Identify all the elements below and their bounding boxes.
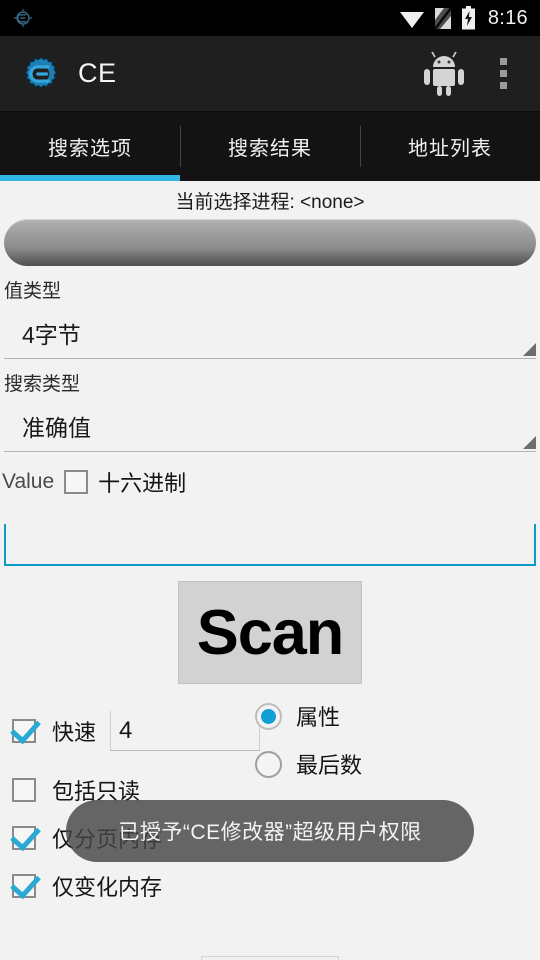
radio-last-value-indicator[interactable] xyxy=(255,750,282,778)
wifi-icon xyxy=(399,12,424,28)
tab-bar: 搜索选项 搜索结果 地址列表 xyxy=(0,112,540,181)
scan-button-container: Scan xyxy=(0,566,540,684)
battery-charging-icon xyxy=(461,6,475,30)
paged-memory-only-checkbox[interactable] xyxy=(12,826,36,850)
checkbox-row-changed-memory[interactable]: 仅变化内存 xyxy=(0,862,540,910)
toast-message: 已授予“CE修改器”超级用户权限 xyxy=(66,800,474,862)
status-bar: 8:16 xyxy=(0,0,540,36)
no-sim-icon xyxy=(433,6,452,30)
app-screen: 8:16 CE 搜索选项 搜索结果 地址列表 当前选择进程: <none> 值类… xyxy=(0,0,540,960)
app-bar-actions xyxy=(422,51,524,97)
cheat-engine-logo-icon xyxy=(24,56,58,89)
scan-value-source-radiogroup: 属性 最后数 xyxy=(255,692,362,788)
value-options-row: Value 十六进制 xyxy=(0,452,540,498)
status-bar-notifications xyxy=(12,7,34,29)
value-caption: Value xyxy=(2,470,55,493)
radio-attributes-indicator[interactable] xyxy=(255,702,282,730)
scan-type-value: 准确值 xyxy=(22,414,91,441)
fast-scan-alignment-input[interactable]: 4 xyxy=(110,711,261,751)
app-bar: CE xyxy=(0,36,540,112)
status-bar-clock: 8:16 xyxy=(487,6,528,29)
overflow-dot xyxy=(499,70,507,77)
current-process-label: 当前选择进程: <none> xyxy=(175,192,365,213)
overflow-dot xyxy=(499,82,507,89)
tab-search-options[interactable]: 搜索选项 xyxy=(0,112,180,181)
tab-search-results[interactable]: 搜索结果 xyxy=(180,112,360,181)
hex-checkbox-label[interactable]: 十六进制 xyxy=(98,466,186,498)
radio-last-value-label: 最后数 xyxy=(296,753,363,778)
reset-button-container: 重置扫描 xyxy=(0,910,540,960)
overflow-dot xyxy=(499,58,507,65)
radio-option-attributes[interactable]: 属性 xyxy=(255,692,362,740)
android-robot-icon[interactable] xyxy=(422,51,466,97)
overflow-menu-icon[interactable] xyxy=(488,51,518,97)
tab-label: 搜索结果 xyxy=(228,138,312,160)
radio-attributes-label: 属性 xyxy=(296,705,341,730)
include-readonly-checkbox[interactable] xyxy=(12,778,36,802)
value-type-spinner[interactable]: 4字节 xyxy=(4,307,536,359)
search-value-input[interactable] xyxy=(4,524,536,566)
hex-checkbox[interactable] xyxy=(64,470,89,494)
tab-label: 地址列表 xyxy=(408,138,492,160)
status-bar-icons: 8:16 xyxy=(399,6,528,30)
select-process-button[interactable] xyxy=(4,219,536,266)
value-type-label: 值类型 xyxy=(4,281,62,302)
scan-type-spinner[interactable]: 准确值 xyxy=(4,400,536,452)
changed-memory-only-label: 仅变化内存 xyxy=(52,875,163,900)
ce-notification-icon xyxy=(13,8,33,28)
tab-address-list[interactable]: 地址列表 xyxy=(360,112,540,181)
reset-scan-button[interactable]: 重置扫描 xyxy=(200,956,339,960)
value-type-value: 4字节 xyxy=(22,321,81,348)
scan-type-label: 搜索类型 xyxy=(4,374,81,395)
app-title: CE xyxy=(78,58,117,88)
fast-scan-checkbox[interactable] xyxy=(12,719,36,743)
scan-button[interactable]: Scan xyxy=(178,581,362,684)
radio-option-last-value[interactable]: 最后数 xyxy=(255,740,362,788)
changed-memory-only-checkbox[interactable] xyxy=(12,874,36,898)
tab-label: 搜索选项 xyxy=(48,138,132,160)
fast-scan-label[interactable]: 快速 xyxy=(52,715,96,747)
